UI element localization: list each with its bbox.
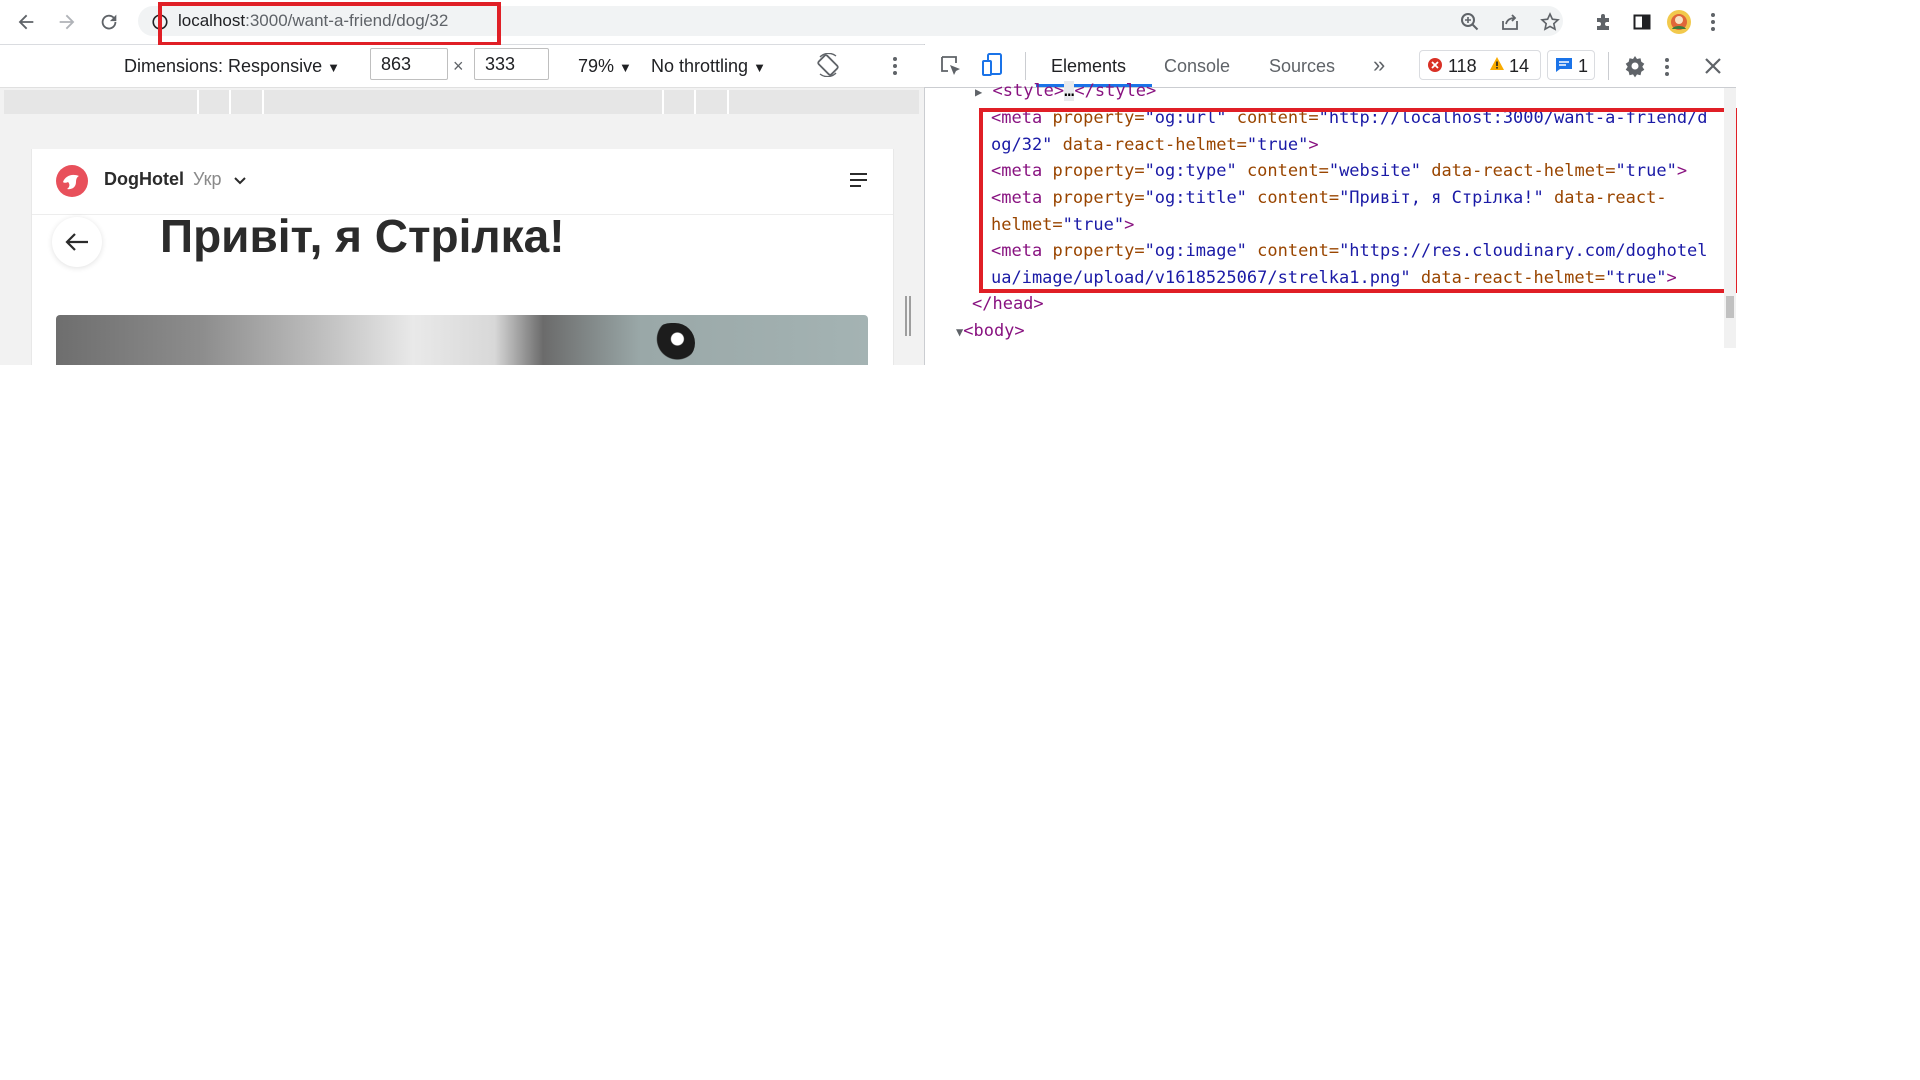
throttling-value: No throttling	[651, 56, 749, 76]
ruler-tick	[229, 90, 231, 114]
star-icon[interactable]	[1537, 9, 1563, 35]
dimensions-label: Dimensions: Responsive	[124, 56, 323, 76]
settings-gear-icon[interactable]	[1621, 52, 1649, 80]
ruler-tick	[197, 90, 199, 114]
viewport-resize-handle[interactable]	[904, 296, 912, 336]
share-icon[interactable]	[1497, 9, 1523, 35]
ruler-tick	[262, 90, 264, 114]
menu-icon[interactable]	[1703, 9, 1723, 35]
meta-tags-highlight-box	[979, 108, 1737, 293]
back-icon[interactable]	[12, 9, 40, 35]
dom-node-style[interactable]: ▶ <style>…</style>	[975, 78, 1156, 106]
screenshot-root: { "browser": { "url_host": "localhost", …	[0, 0, 1920, 1080]
tab-console[interactable]: Console	[1164, 56, 1230, 77]
scrollbar-thumb[interactable]	[1726, 296, 1734, 318]
language-switcher[interactable]: Укр	[193, 169, 247, 191]
throttling-dropdown[interactable]: No throttling ▼	[651, 56, 766, 77]
profile-avatar[interactable]	[1666, 9, 1692, 35]
height-input[interactable]: 333	[474, 48, 549, 80]
language-label: Укр	[193, 169, 222, 189]
side-panel-icon[interactable]	[1629, 9, 1655, 35]
device-toolbar-toggle-icon[interactable]	[978, 50, 1006, 80]
rotate-icon[interactable]	[815, 52, 841, 78]
toolbar-divider	[1608, 52, 1609, 80]
ruler-tick	[694, 90, 696, 114]
brand-name[interactable]: DogHotel	[104, 169, 184, 190]
media-query-ruler	[4, 90, 919, 114]
tab-sources[interactable]: Sources	[1269, 56, 1335, 77]
warning-icon	[1489, 56, 1505, 77]
reload-icon[interactable]	[95, 9, 123, 35]
dimension-separator: ×	[453, 56, 464, 76]
dog-photo-eye	[651, 323, 695, 363]
forward-icon[interactable]	[53, 9, 81, 35]
zoom-dropdown[interactable]: 79% ▼	[578, 56, 632, 77]
toolbar-divider	[1025, 52, 1026, 80]
dropdown-arrow-icon: ▼	[619, 60, 632, 75]
warning-count: 14	[1509, 56, 1530, 76]
more-tabs-button[interactable]: »	[1373, 52, 1385, 78]
emulated-page: DogHotel Укр Привіт, я Стрілка!	[31, 149, 894, 365]
zoom-icon[interactable]	[1457, 9, 1483, 35]
zoom-value: 79%	[578, 56, 615, 76]
tab-elements[interactable]: Elements	[1051, 56, 1126, 77]
extensions-icon[interactable]	[1590, 9, 1616, 35]
devtools-more-icon[interactable]	[1661, 54, 1673, 80]
message-icon	[1555, 57, 1573, 78]
close-devtools-icon[interactable]	[1700, 52, 1726, 80]
dropdown-arrow-icon: ▼	[327, 60, 340, 75]
devtools-scrollbar[interactable]	[1724, 88, 1736, 348]
width-input[interactable]: 863	[370, 48, 448, 80]
url-highlight-box	[158, 2, 501, 46]
ruler-tick	[662, 90, 664, 114]
inspect-element-icon[interactable]	[937, 52, 965, 80]
doghotel-logo	[55, 164, 89, 198]
dog-photo	[56, 315, 868, 365]
message-count: 1	[1578, 56, 1589, 76]
dropdown-arrow-icon: ▼	[753, 60, 766, 75]
page-title: Привіт, я Стрілка!	[160, 210, 565, 262]
dom-node-body[interactable]: ▼<body>	[956, 318, 1025, 346]
hamburger-menu-icon[interactable]	[849, 171, 871, 191]
ruler-tick	[727, 90, 729, 114]
device-toolbar-more-icon[interactable]	[890, 54, 900, 78]
dimensions-dropdown[interactable]: Dimensions: Responsive ▼	[124, 56, 340, 77]
error-count: 118	[1448, 56, 1477, 76]
arrow-left-icon	[65, 233, 88, 251]
page-back-button[interactable]	[52, 217, 102, 267]
dom-node-head-close[interactable]: </head>	[972, 291, 1044, 318]
expand-triangle-icon: ▶	[975, 85, 983, 99]
error-icon	[1427, 57, 1443, 78]
chevron-down-icon	[233, 170, 247, 191]
